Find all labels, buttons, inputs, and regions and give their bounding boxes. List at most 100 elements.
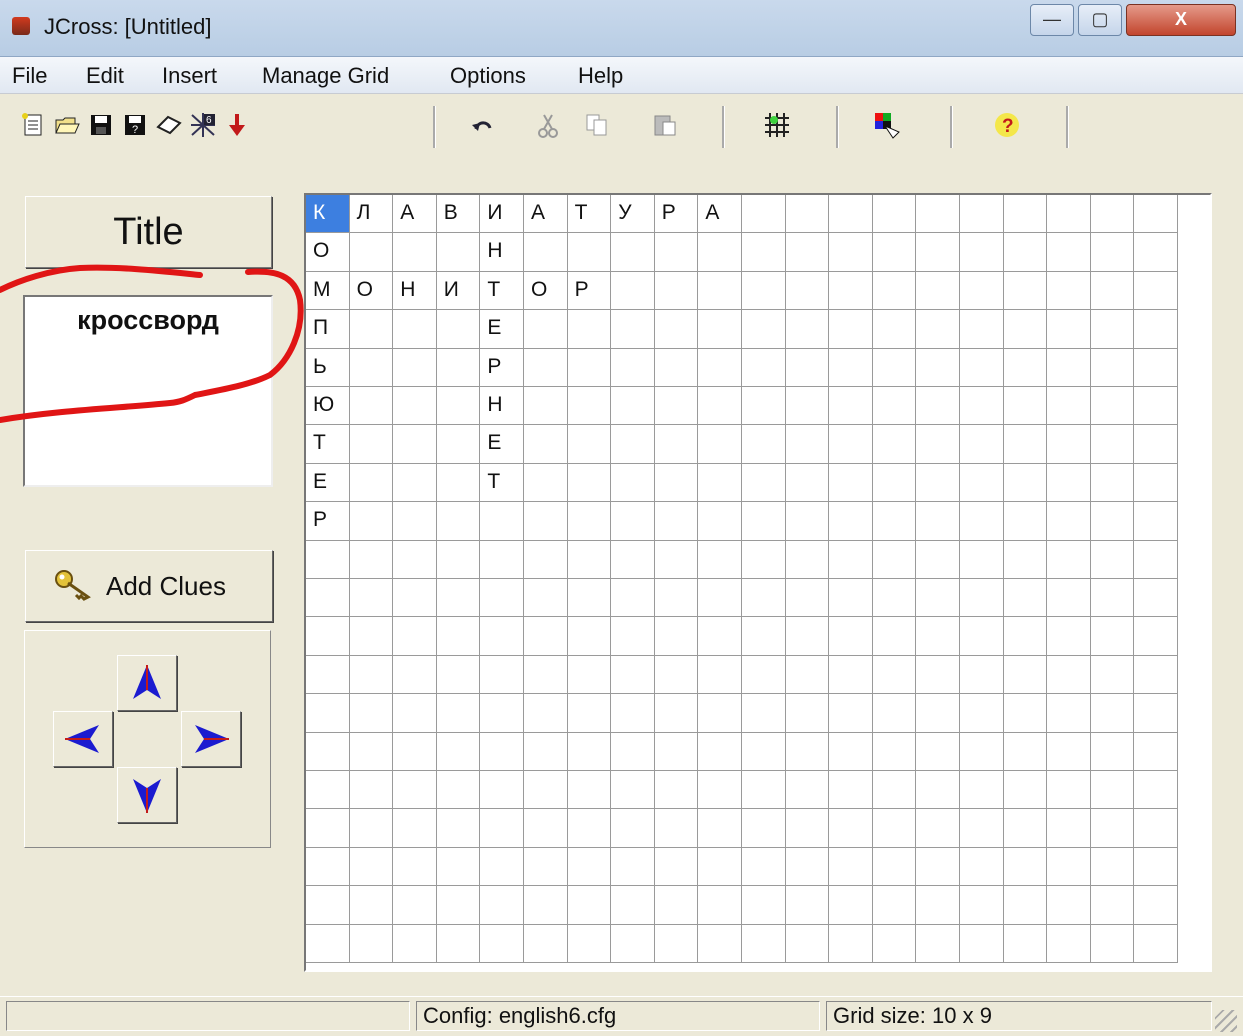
grid-cell[interactable]: [829, 732, 873, 771]
grid-cell[interactable]: [829, 579, 873, 618]
grid-cell[interactable]: [654, 694, 699, 733]
grid-cell[interactable]: [567, 617, 612, 656]
grid-cell[interactable]: А: [698, 195, 742, 234]
grid-cell[interactable]: Т: [567, 195, 612, 234]
paste-icon[interactable]: [650, 110, 680, 140]
grid-cell[interactable]: Н: [480, 233, 524, 272]
grid-cell[interactable]: [567, 502, 612, 541]
grid-cell[interactable]: [393, 540, 437, 579]
menu-options[interactable]: Options: [450, 63, 526, 89]
menu-help[interactable]: Help: [578, 63, 623, 89]
grid-cell[interactable]: [436, 579, 481, 618]
grid-cell[interactable]: [1090, 771, 1135, 810]
grid-cell[interactable]: [829, 847, 873, 887]
grid-cell[interactable]: [872, 540, 917, 579]
title-button[interactable]: Title: [25, 196, 272, 268]
grid-cell[interactable]: [524, 617, 568, 656]
grid-cell[interactable]: [349, 655, 394, 695]
grid-cell[interactable]: [1090, 271, 1135, 311]
grid-cell[interactable]: [393, 847, 437, 887]
grid-cell[interactable]: [524, 233, 568, 272]
grid-cell[interactable]: [829, 617, 873, 656]
grid-cell[interactable]: Р: [567, 271, 612, 311]
grid-cell[interactable]: [785, 886, 830, 925]
grid-cell[interactable]: [960, 924, 1004, 963]
grid-cell[interactable]: [436, 617, 481, 656]
grid-cell[interactable]: [698, 310, 742, 349]
grid-cell[interactable]: [960, 694, 1004, 733]
grid-cell[interactable]: [567, 809, 612, 848]
grid-cell[interactable]: [480, 847, 524, 887]
grid-cell[interactable]: [524, 348, 568, 387]
grid-cell[interactable]: [1134, 195, 1178, 234]
grid-cell[interactable]: [611, 271, 655, 311]
grid-cell[interactable]: [1003, 924, 1048, 963]
grid-cell[interactable]: [393, 579, 437, 618]
grid-cell[interactable]: [393, 732, 437, 771]
grid-cell[interactable]: [654, 732, 699, 771]
copy-icon[interactable]: [582, 110, 612, 140]
grid-cell[interactable]: [436, 886, 481, 925]
grid-cell[interactable]: [960, 809, 1004, 848]
grid-cell[interactable]: [306, 771, 350, 810]
maximize-button[interactable]: ▢: [1078, 4, 1122, 36]
grid-cell[interactable]: [916, 502, 960, 541]
save-as-icon[interactable]: ?: [120, 110, 150, 140]
grid-cell[interactable]: [524, 655, 568, 695]
grid-cell[interactable]: [1134, 387, 1178, 426]
grid-cell[interactable]: [524, 310, 568, 349]
grid-cell[interactable]: [698, 809, 742, 848]
grid-cell[interactable]: [611, 617, 655, 656]
grid-cell[interactable]: [742, 425, 786, 464]
grid-cell[interactable]: [960, 387, 1004, 426]
grid-cell[interactable]: [393, 771, 437, 810]
grid-cell[interactable]: [654, 540, 699, 579]
grid-cell[interactable]: [524, 463, 568, 503]
grid-cell[interactable]: [916, 540, 960, 579]
grid-cell[interactable]: [1003, 617, 1048, 656]
grid-cell[interactable]: [1003, 425, 1048, 464]
grid-cell[interactable]: [611, 694, 655, 733]
grid-cell[interactable]: Е: [480, 425, 524, 464]
grid-cell[interactable]: О: [524, 271, 568, 311]
grid-cell[interactable]: [567, 847, 612, 887]
grid-cell[interactable]: [698, 732, 742, 771]
grid-cell[interactable]: [1003, 694, 1048, 733]
grid-cell[interactable]: [611, 924, 655, 963]
grid-cell[interactable]: [1134, 310, 1178, 349]
grid-cell[interactable]: [436, 233, 481, 272]
grid-cell[interactable]: [567, 310, 612, 349]
grid-cell[interactable]: А: [393, 195, 437, 234]
grid-cell[interactable]: [1090, 809, 1135, 848]
grid-cell[interactable]: [349, 617, 394, 656]
grid-cell[interactable]: [785, 771, 830, 810]
grid-cell[interactable]: [698, 655, 742, 695]
undo-icon[interactable]: [467, 110, 497, 140]
grid-cell[interactable]: Н: [393, 271, 437, 311]
grid-cell[interactable]: [1090, 387, 1135, 426]
up-arrow-button[interactable]: [117, 655, 177, 711]
grid-cell[interactable]: [829, 924, 873, 963]
grid-cell[interactable]: [872, 732, 917, 771]
grid-cell[interactable]: [611, 847, 655, 887]
grid-cell[interactable]: [654, 310, 699, 349]
grid-cell[interactable]: [393, 924, 437, 963]
grid-cell[interactable]: [698, 387, 742, 426]
grid-cell[interactable]: [742, 271, 786, 311]
grid-cell[interactable]: [1090, 233, 1135, 272]
grid-cell[interactable]: [1047, 425, 1091, 464]
grid-cell[interactable]: [1047, 310, 1091, 349]
grid-cell[interactable]: [829, 195, 873, 234]
grid-cell[interactable]: [611, 732, 655, 771]
grid-cell[interactable]: [916, 271, 960, 311]
title-text-box[interactable]: кроссворд: [23, 295, 273, 487]
grid-cell[interactable]: [916, 732, 960, 771]
grid-cell[interactable]: [306, 655, 350, 695]
grid-cell[interactable]: [306, 886, 350, 925]
grid-cell[interactable]: [436, 655, 481, 695]
grid-cell[interactable]: [611, 579, 655, 618]
grid-cell[interactable]: [567, 425, 612, 464]
grid-cell[interactable]: [1134, 847, 1178, 887]
grid-cell[interactable]: [567, 387, 612, 426]
cut-icon[interactable]: [533, 110, 563, 140]
